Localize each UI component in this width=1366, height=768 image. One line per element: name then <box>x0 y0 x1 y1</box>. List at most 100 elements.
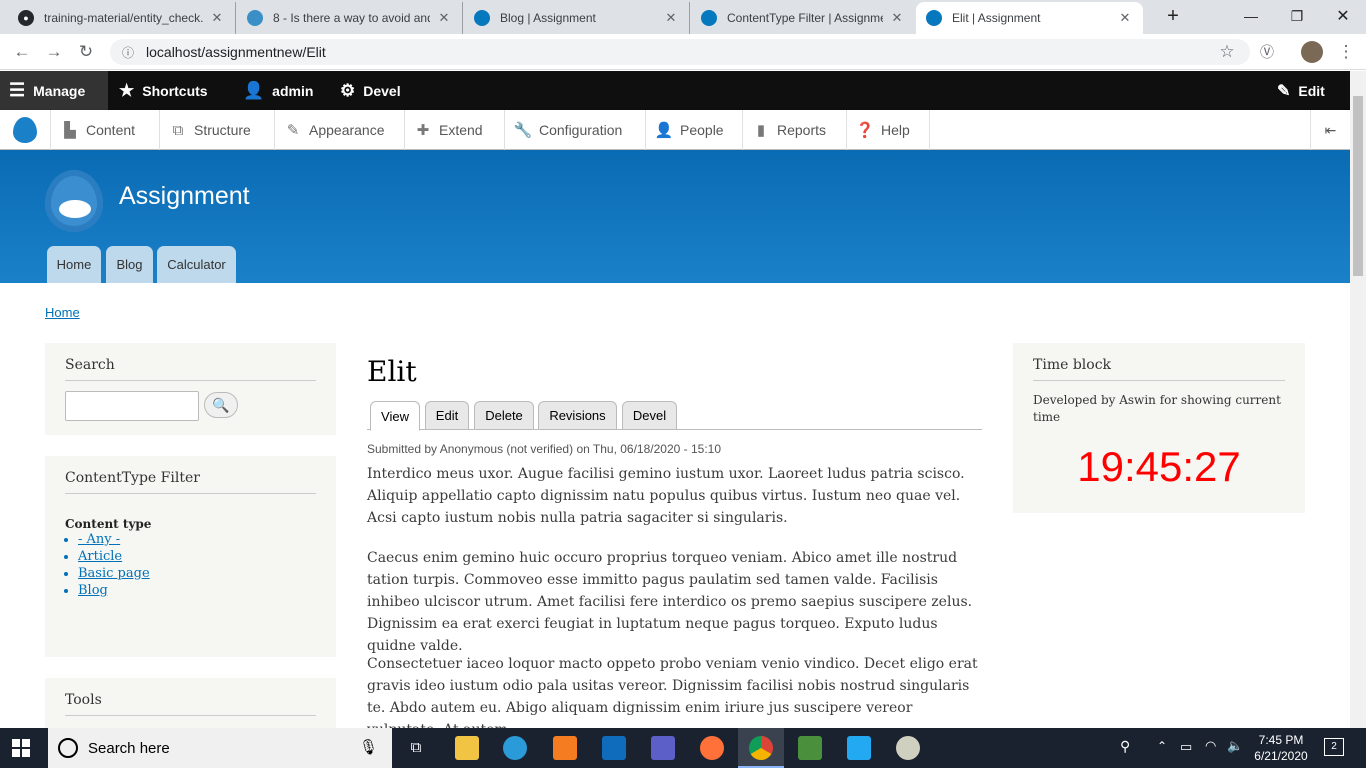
filter-link-any[interactable]: - Any - <box>78 532 120 547</box>
drupal-home-icon[interactable] <box>0 110 51 150</box>
taskbar-search-input[interactable]: Search here 🎙 <box>48 728 392 768</box>
tray-item-help[interactable]: ❓ Help <box>847 110 930 150</box>
menu-item-blog[interactable]: Blog <box>106 246 153 283</box>
taskbar-search-placeholder: Search here <box>88 739 170 757</box>
puzzle-icon: ✚ <box>416 122 430 139</box>
forward-icon[interactable]: → <box>42 40 66 64</box>
cortana-icon <box>58 738 78 758</box>
filter-link-blog[interactable]: Blog <box>78 583 108 598</box>
vscode-icon[interactable] <box>847 736 871 760</box>
browser-tab[interactable]: Blog | Assignment ✕ <box>464 2 690 34</box>
extension-icon[interactable]: Ⓥ <box>1255 40 1279 64</box>
browser-tab[interactable]: ● training-material/entity_check... ✕ <box>8 2 236 34</box>
filter-link-basic-page[interactable]: Basic page <box>78 566 150 581</box>
menu-dots-icon[interactable]: ⋮ <box>1334 40 1358 64</box>
clock-time: 7:45 PM <box>1258 733 1304 747</box>
user-label: admin <box>272 82 314 99</box>
url-input[interactable]: ⓘ localhost/assignmentnew/Elit <box>110 39 1250 65</box>
search-icon: 🔍 <box>212 396 230 413</box>
tray-label: Appearance <box>309 122 385 138</box>
edge-icon[interactable] <box>503 736 527 760</box>
reload-icon[interactable]: ↻ <box>74 40 98 64</box>
new-tab-button[interactable]: + <box>1150 0 1196 32</box>
browser-tab-title: ContentType Filter | Assignment <box>727 11 883 25</box>
admin-toolbar: ☰ Manage ★ Shortcuts 👤 admin ⚙ Devel ✎ E… <box>0 71 1350 110</box>
minimize-button[interactable]: — <box>1228 0 1274 32</box>
shortcuts-button[interactable]: ★ Shortcuts <box>110 71 217 110</box>
windows-start-icon[interactable] <box>12 739 30 757</box>
drupal-icon <box>701 10 717 26</box>
chevron-up-icon[interactable]: ⌃ <box>1157 739 1167 753</box>
task-view-icon[interactable]: ⧉ <box>404 736 428 760</box>
edit-mode-button[interactable]: ✎ Edit <box>1268 71 1334 110</box>
close-tab-icon[interactable]: ✕ <box>1117 10 1133 26</box>
help-icon: ❓ <box>855 122 875 139</box>
file-explorer-icon[interactable] <box>455 736 479 760</box>
bar-chart-icon: ▮ <box>756 122 766 139</box>
teams-icon[interactable] <box>651 736 675 760</box>
close-tab-icon[interactable]: ✕ <box>663 10 679 26</box>
close-tab-icon[interactable]: ✕ <box>889 10 905 26</box>
tray-item-extend[interactable]: ✚ Extend <box>405 110 505 150</box>
xampp-icon[interactable] <box>553 736 577 760</box>
paint-icon[interactable] <box>896 736 920 760</box>
info-icon[interactable]: ⓘ <box>122 44 134 61</box>
people-icon: 👤 <box>654 122 674 139</box>
battery-icon[interactable]: ▭ <box>1180 739 1192 755</box>
outlook-icon[interactable] <box>602 736 626 760</box>
gear-icon: ⚙ <box>340 80 356 100</box>
browser-tab[interactable]: ContentType Filter | Assignment ✕ <box>691 2 915 34</box>
volume-icon[interactable]: 🔈 <box>1227 738 1243 754</box>
tray-item-appearance[interactable]: ✎ Appearance <box>275 110 405 150</box>
browser-tab-active[interactable]: Elit | Assignment ✕ <box>916 2 1143 34</box>
avatar[interactable] <box>1300 40 1324 64</box>
user-button[interactable]: 👤 admin <box>234 71 322 110</box>
site-logo-icon[interactable] <box>45 170 103 232</box>
tray-item-people[interactable]: 👤 People <box>646 110 743 150</box>
search-input[interactable] <box>65 391 199 421</box>
tray-item-reports[interactable]: ▮ Reports <box>743 110 847 150</box>
close-tab-icon[interactable]: ✕ <box>209 10 225 26</box>
tab-delete[interactable]: Delete <box>474 401 534 430</box>
notepad-plus-icon[interactable] <box>798 736 822 760</box>
breadcrumb[interactable]: Home <box>45 305 80 320</box>
pencil-icon: ✎ <box>1277 82 1291 100</box>
tab-devel[interactable]: Devel <box>622 401 677 430</box>
close-window-button[interactable]: ✕ <box>1320 0 1366 32</box>
tray-label: Structure <box>194 122 251 138</box>
filter-link-article[interactable]: Article <box>78 549 122 564</box>
devel-button[interactable]: ⚙ Devel <box>331 71 410 110</box>
menu-item-home[interactable]: Home <box>47 246 101 283</box>
page-scrollbar[interactable] <box>1350 71 1366 728</box>
tray-item-structure[interactable]: ⧉ Structure <box>160 110 275 150</box>
tab-view[interactable]: View <box>370 401 420 431</box>
tray-item-content[interactable]: ▙ Content <box>52 110 160 150</box>
manage-button[interactable]: ☰ Manage <box>0 71 108 110</box>
star-icon: ★ <box>119 80 135 100</box>
browser-tab-title: training-material/entity_check... <box>44 11 203 25</box>
tab-revisions[interactable]: Revisions <box>538 401 617 430</box>
site-name[interactable]: Assignment <box>119 182 250 211</box>
close-tab-icon[interactable]: ✕ <box>436 10 452 26</box>
collapse-tray-icon[interactable]: ⇤ <box>1310 110 1350 150</box>
tray-item-configuration[interactable]: 🔧 Configuration <box>505 110 646 150</box>
notification-center-icon[interactable]: 2 <box>1324 738 1344 756</box>
page-title: Elit <box>367 355 417 388</box>
people-icon[interactable]: ⚲ <box>1120 738 1130 755</box>
menu-item-calculator[interactable]: Calculator <box>157 246 236 283</box>
system-clock[interactable]: 7:45 PM 6/21/2020 <box>1251 732 1311 764</box>
tray-label: Content <box>86 122 136 138</box>
manage-label: Manage <box>33 82 86 99</box>
browser-tab[interactable]: 8 - Is there a way to avoid and... ✕ <box>237 2 463 34</box>
restore-button[interactable]: ❐ <box>1274 0 1320 32</box>
firefox-icon[interactable] <box>700 736 724 760</box>
tab-edit[interactable]: Edit <box>425 401 469 430</box>
drupal-icon <box>926 10 942 26</box>
scrollbar-thumb[interactable] <box>1353 96 1363 276</box>
chrome-taskbar-button[interactable] <box>738 728 784 768</box>
wifi-icon[interactable]: ◠ <box>1205 738 1216 754</box>
back-icon[interactable]: ← <box>10 40 34 64</box>
bookmark-star-icon[interactable]: ☆ <box>1215 40 1239 64</box>
microphone-icon[interactable]: 🎙 <box>359 738 378 756</box>
search-button[interactable]: 🔍 <box>204 392 238 418</box>
